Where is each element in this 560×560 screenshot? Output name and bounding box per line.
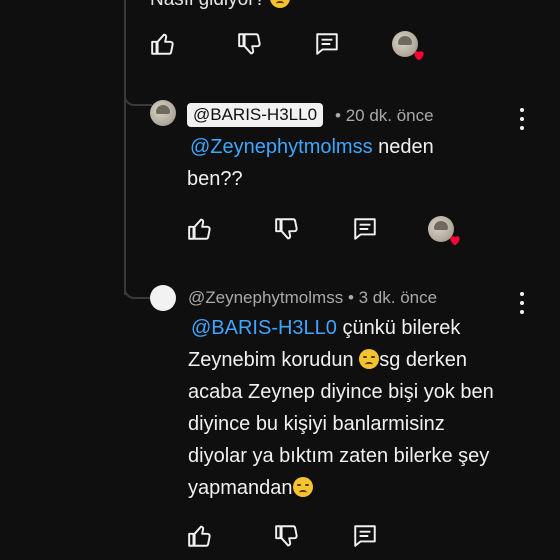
unamused-emoji-icon <box>359 349 380 369</box>
comment-body: @BARIS-H3LL0 çünkü bilerek Zeynebim koru… <box>188 317 494 499</box>
reply-comment-icon <box>354 525 376 547</box>
author-handle-chip[interactable]: @BARIS-H3LL0 <box>187 103 324 127</box>
reply-button[interactable] <box>314 31 340 57</box>
thumbs-up-icon <box>188 218 211 240</box>
creator-heart-icon <box>414 51 424 61</box>
comment-meta: • 20 dk. önce <box>335 106 434 125</box>
thread-line <box>124 0 126 295</box>
thread-branch <box>124 90 152 106</box>
unamused-emoji-icon <box>292 477 313 497</box>
dislike-button[interactable] <box>237 31 263 57</box>
thumbs-up-icon <box>151 33 174 55</box>
more-options-button[interactable] <box>519 292 525 314</box>
creator-heart-icon <box>450 236 460 246</box>
dislike-button[interactable] <box>274 523 300 549</box>
creator-heart-badge <box>392 31 424 61</box>
grinning-emoji-icon <box>270 0 291 8</box>
thumbs-down-icon <box>275 525 298 547</box>
thumbs-down-icon <box>275 218 298 240</box>
reply-button[interactable] <box>352 523 378 549</box>
like-button[interactable] <box>150 31 176 57</box>
comment-body: @Zeynephytmolmss neden ben?? <box>187 136 434 190</box>
mention-link[interactable]: @Zeynephytmolmss <box>190 136 373 158</box>
thumbs-up-icon <box>188 525 211 547</box>
avatar[interactable] <box>150 100 176 126</box>
creator-heart-badge <box>428 216 460 246</box>
timestamp: 20 dk. önce <box>345 106 434 125</box>
reply-button[interactable] <box>352 216 378 242</box>
more-options-button[interactable] <box>519 108 525 130</box>
author-handle[interactable]: @Zeynephytmolmss <box>188 288 343 307</box>
like-button[interactable] <box>187 523 213 549</box>
reply-comment-icon <box>354 218 376 240</box>
dislike-button[interactable] <box>274 216 300 242</box>
like-button[interactable] <box>187 216 213 242</box>
thread-branch <box>124 283 152 299</box>
mention-link[interactable]: @BARIS-H3LL0 <box>191 317 337 339</box>
reply-comment-icon <box>316 33 338 55</box>
thumbs-down-icon <box>238 33 261 55</box>
avatar[interactable] <box>150 285 176 311</box>
timestamp: 3 dk. önce <box>358 288 438 307</box>
previous-comment-text: Nasıl gidiyor? <box>150 0 291 11</box>
comment-meta: @Zeynephytmolmss • 3 dk. önce <box>188 288 438 307</box>
